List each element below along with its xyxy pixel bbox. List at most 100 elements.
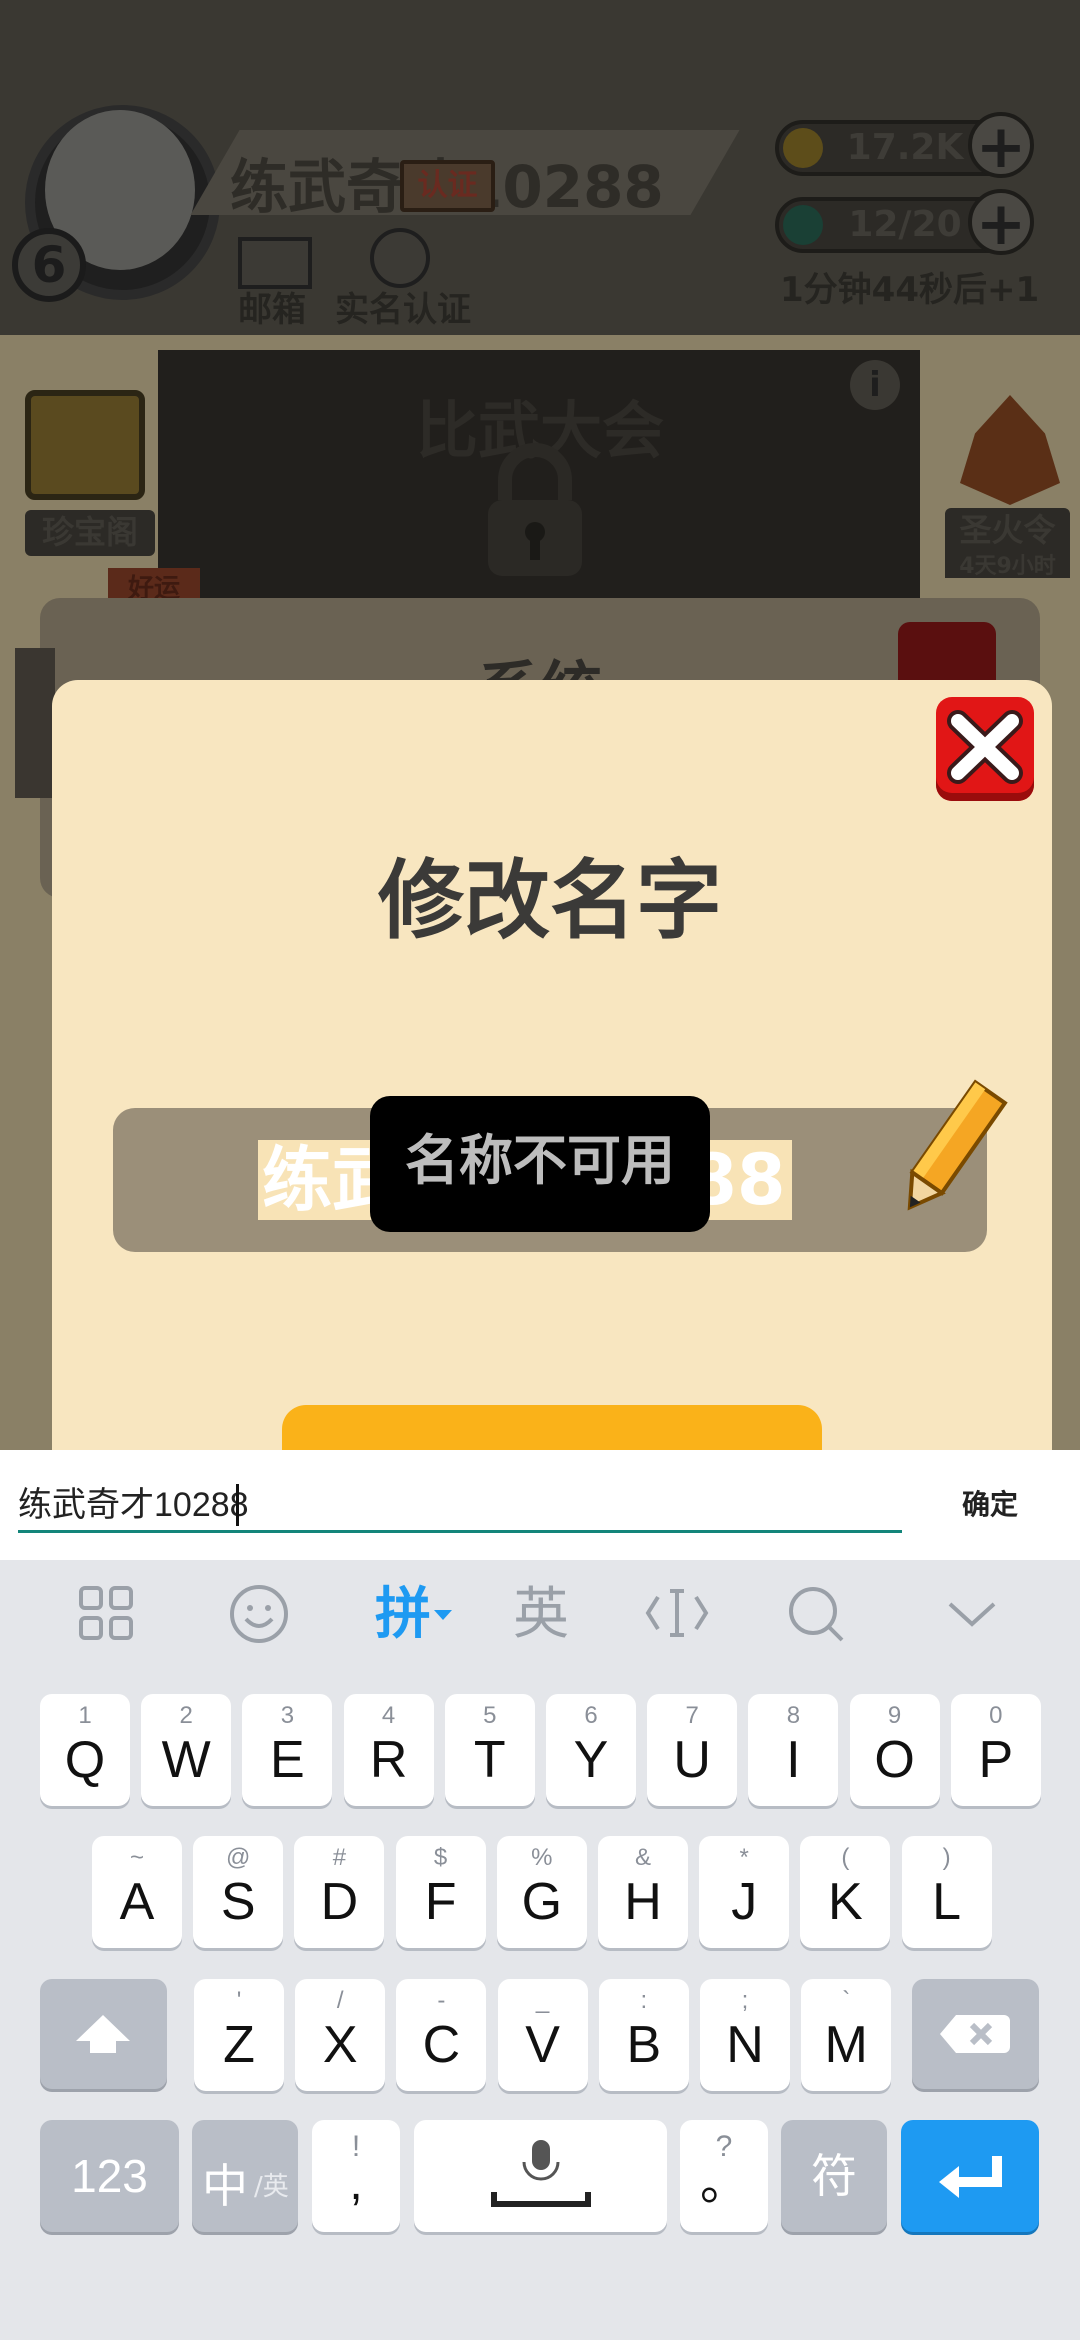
key-h[interactable]: & H — [598, 1836, 688, 1948]
pencil-icon[interactable] — [890, 1070, 1010, 1230]
microphone-icon — [491, 2140, 591, 2207]
shift-arrow-icon — [76, 2015, 130, 2053]
english-mode-tab[interactable]: 英 — [506, 1580, 576, 1650]
info-icon[interactable]: i — [850, 360, 900, 410]
energy-timer: 1分钟44秒后+1 — [780, 270, 1040, 310]
key-u[interactable]: 7U — [647, 1694, 738, 1806]
backspace-key[interactable] — [912, 1979, 1039, 2089]
key-a[interactable]: ~ A — [92, 1836, 182, 1948]
key-k[interactable]: (K — [800, 1836, 891, 1948]
key-z[interactable]: ' Z — [194, 1979, 284, 2091]
key-m[interactable]: ` M — [801, 1979, 892, 2091]
lock-icon — [488, 443, 582, 576]
key-b[interactable]: :B — [598, 1979, 689, 2091]
key-x[interactable]: / X — [295, 1979, 386, 2091]
key-sub-label: % — [531, 1844, 553, 1871]
language-toggle-key[interactable]: 中 /英 — [192, 2120, 298, 2232]
dialog-title: 修改名字 — [378, 851, 722, 951]
symbol-key[interactable]: 符 — [781, 2120, 887, 2232]
shift-key[interactable] — [40, 1979, 167, 2089]
treasure-chest-icon[interactable] — [25, 390, 145, 500]
key-w[interactable]: 2W — [141, 1694, 232, 1806]
period-key[interactable]: ? 。 — [680, 2120, 768, 2232]
gem-icon — [783, 205, 823, 245]
key-o[interactable]: 9O — [849, 1694, 940, 1806]
text-caret — [236, 1484, 239, 1526]
key-p[interactable]: 0P — [950, 1694, 1041, 1806]
key-main-label: I — [786, 1731, 801, 1789]
key-t[interactable]: 5T — [444, 1694, 535, 1806]
close-button[interactable] — [936, 697, 1034, 801]
key-sub-label: @ — [226, 1844, 251, 1871]
key-sub-label: # — [332, 1844, 347, 1871]
key-main-label: X — [322, 2016, 358, 2074]
add-coins-button[interactable]: + — [968, 112, 1034, 178]
key-main-label: Z — [223, 2016, 255, 2074]
key-main-label: A — [119, 1873, 155, 1931]
key-main-label: M — [824, 2016, 868, 2074]
key-sub-label: $ — [433, 1844, 448, 1871]
ime-text-input[interactable]: 练武奇才10288 — [18, 1480, 898, 1530]
add-energy-button[interactable]: + — [968, 189, 1034, 255]
key-sub-label: 0 — [989, 1702, 1003, 1729]
collapse-keyboard-icon[interactable] — [946, 1598, 998, 1630]
key-sub-label: ( — [841, 1844, 850, 1871]
energy-value: 12/20 — [848, 204, 962, 245]
key-d[interactable]: # D — [294, 1836, 385, 1948]
key-sub-label: 2 — [179, 1702, 193, 1729]
key-main-label: D — [320, 1873, 359, 1931]
key-sub-label: ~ — [129, 1844, 144, 1871]
emoji-icon[interactable] — [228, 1583, 290, 1645]
key-i[interactable]: 8I — [748, 1694, 839, 1806]
cursor-move-icon[interactable] — [644, 1585, 710, 1641]
left-side-tab — [15, 648, 55, 798]
input-underline — [18, 1530, 902, 1533]
grid-menu-icon[interactable] — [78, 1585, 134, 1641]
key-v[interactable]: _ V — [497, 1979, 588, 2091]
comma-key[interactable]: ! , — [312, 2120, 400, 2232]
key-c[interactable]: -C — [396, 1979, 487, 2091]
close-icon — [947, 710, 1023, 784]
key-main-label: B — [626, 2016, 662, 2074]
key-sub-label: 5 — [483, 1702, 497, 1729]
level-badge: 6 — [12, 228, 86, 302]
key-sub-label: ` — [842, 1987, 851, 2014]
key-g[interactable]: % G — [496, 1836, 587, 1948]
search-icon[interactable] — [786, 1584, 846, 1644]
key-n[interactable]: ; N — [700, 1979, 790, 2091]
key-r[interactable]: 4R — [343, 1694, 434, 1806]
key-sub-label: 4 — [381, 1702, 396, 1729]
key-main-label: N — [726, 2016, 764, 2074]
key-main-label: L — [932, 1873, 962, 1931]
number-key[interactable]: 123 — [40, 2120, 179, 2232]
key-q[interactable]: 1Q — [40, 1694, 130, 1806]
chevron-down-icon — [434, 1610, 452, 1620]
realname-icon[interactable] — [370, 228, 430, 288]
toast-message: 名称不可用 — [405, 1129, 675, 1192]
key-y[interactable]: 6Y — [546, 1694, 636, 1806]
key-main-label: F — [424, 1873, 457, 1931]
key-main-label: U — [673, 1731, 711, 1789]
coins-value: 17.2K — [846, 127, 964, 168]
key-s[interactable]: @ S — [193, 1836, 284, 1948]
ime-confirm-button[interactable]: 确定 — [940, 1480, 1040, 1530]
language-key-sub: /英 — [254, 2172, 289, 2202]
treasure-label: 珍宝阁 — [25, 510, 155, 556]
key-e[interactable]: 3E — [242, 1694, 333, 1806]
key-sub-label: ; — [741, 1987, 749, 2014]
key-sub-label: / — [336, 1987, 344, 2014]
fire-timer: 4天9小时 — [945, 548, 1070, 579]
space-key[interactable] — [414, 2120, 667, 2232]
pinyin-mode-tab[interactable]: 拼 — [368, 1580, 438, 1650]
backspace-icon — [940, 2015, 1010, 2053]
key-sub-label: 6 — [584, 1702, 598, 1729]
key-sub-label: : — [640, 1987, 648, 2014]
key-f[interactable]: $ F — [395, 1836, 486, 1948]
verify-tag: 认证 — [400, 160, 495, 212]
comma-key-main: , — [349, 2157, 363, 2210]
key-l[interactable]: ) L — [901, 1836, 992, 1948]
enter-key[interactable] — [901, 2120, 1039, 2232]
key-main-label: H — [624, 1873, 662, 1931]
realname-label: 实名认证 — [335, 290, 471, 330]
key-j[interactable]: * J — [699, 1836, 790, 1948]
